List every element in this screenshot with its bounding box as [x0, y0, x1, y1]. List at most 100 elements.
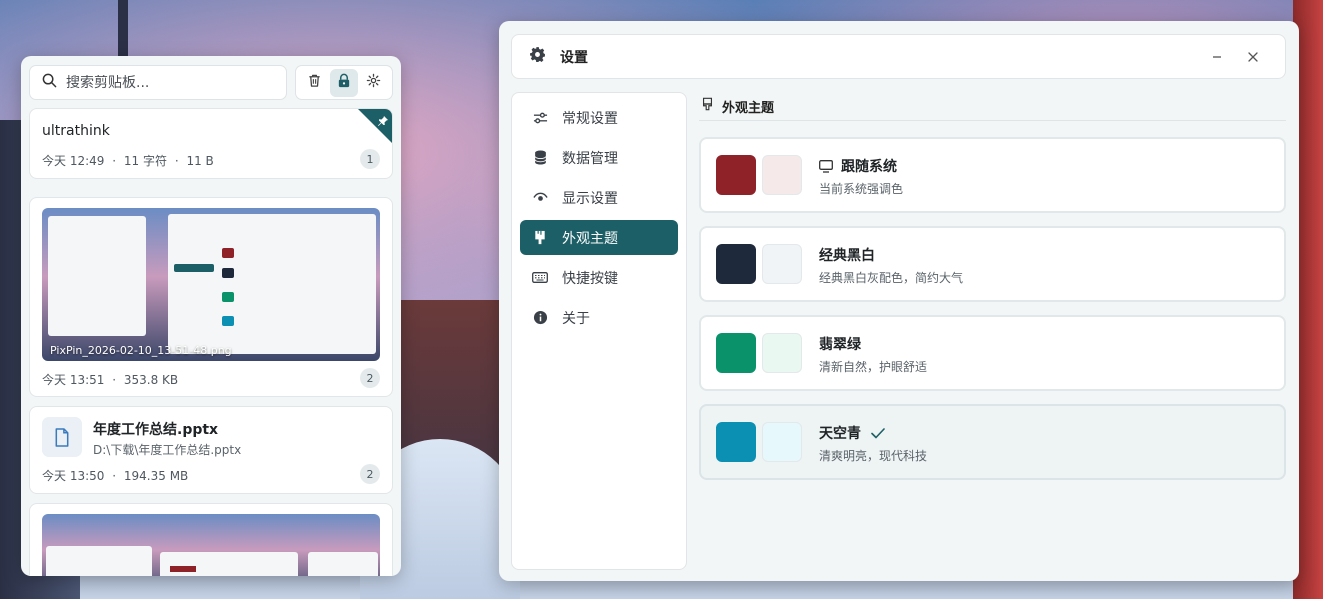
- clipboard-text: ultrathink: [42, 123, 110, 139]
- thumbnail-swatch: [222, 292, 234, 302]
- nav-label: 数据管理: [562, 150, 618, 167]
- meta-separator: ·: [112, 373, 117, 387]
- theme-option-sky[interactable]: 天空青 清爽明亮，现代科技: [699, 404, 1286, 480]
- theme-primary-swatch: [716, 244, 756, 284]
- search-box[interactable]: [29, 65, 287, 100]
- theme-primary-swatch: [716, 155, 756, 195]
- theme-name: 经典黑白: [819, 245, 875, 265]
- eye-icon: [532, 190, 548, 206]
- thumbnail-window: [168, 214, 376, 354]
- lock-button[interactable]: [329, 68, 358, 97]
- settings-button[interactable]: [359, 69, 387, 97]
- item-size: 353.8 KB: [123, 373, 179, 387]
- section-header: 外观主题: [699, 92, 1286, 121]
- thumbnail-nav-active: [174, 264, 214, 272]
- keyboard-icon: [532, 270, 548, 286]
- item-size: 194.35 MB: [123, 469, 189, 483]
- window-title: 设置: [560, 49, 588, 66]
- theme-primary-swatch: [716, 422, 756, 462]
- meta-separator: ·: [174, 154, 179, 168]
- copy-count-badge: 1: [360, 149, 380, 169]
- item-meta: 今天 13:50 · 194.35 MB: [42, 467, 188, 484]
- brush-icon: [532, 230, 548, 246]
- clipboard-item[interactable]: PixPin_2026-02-10_13-51-48.png 今天 13:51 …: [29, 197, 393, 397]
- theme-description: 经典黑白灰配色，简约大气: [819, 271, 964, 285]
- search-icon: [42, 73, 57, 92]
- title-bar: 设置: [511, 34, 1286, 79]
- thumbnail-swatch: [222, 316, 234, 326]
- item-meta: 今天 13:51 · 353.8 KB: [42, 371, 178, 388]
- item-size: 11 B: [186, 154, 214, 168]
- minimize-button[interactable]: [1207, 47, 1227, 67]
- theme-light-swatch: [762, 244, 802, 284]
- nav-item-appearance[interactable]: 外观主题: [520, 220, 678, 255]
- nav-label: 常规设置: [562, 110, 618, 127]
- nav-item-display[interactable]: 显示设置: [520, 180, 678, 215]
- theme-name: 翡翠绿: [819, 334, 861, 354]
- lock-icon: [337, 73, 351, 92]
- info-icon: [532, 310, 548, 326]
- theme-primary-swatch: [716, 333, 756, 373]
- theme-description: 当前系统强调色: [819, 182, 904, 196]
- theme-description: 清爽明亮，现代科技: [819, 449, 928, 463]
- image-thumbnail: [42, 514, 380, 576]
- monitor-icon: [819, 159, 833, 173]
- nav-label: 快捷按键: [562, 270, 618, 287]
- clipboard-toolbar: [295, 65, 393, 100]
- minimize-icon: [1211, 48, 1223, 67]
- file-name: 年度工作总结.pptx: [93, 422, 219, 438]
- sliders-icon: [532, 110, 548, 126]
- theme-label: 经典黑白: [819, 248, 875, 264]
- image-thumbnail: PixPin_2026-02-10_13-51-48.png: [42, 208, 380, 361]
- meta-separator: ·: [112, 469, 117, 483]
- database-icon: [532, 150, 548, 166]
- clipboard-item[interactable]: [29, 503, 393, 576]
- brush-icon: [702, 97, 713, 115]
- thumbnail-swatch: [222, 248, 234, 258]
- thumbnail-window: [46, 546, 152, 576]
- nav-item-general[interactable]: 常规设置: [520, 100, 678, 135]
- theme-option-emerald[interactable]: 翡翠绿 清新自然，护眼舒适: [699, 315, 1286, 391]
- clipboard-item[interactable]: ultrathink 今天 12:49 · 11 字符 · 11 B 1: [29, 108, 393, 179]
- theme-name: 跟随系统: [819, 156, 897, 176]
- close-button[interactable]: [1243, 47, 1263, 67]
- nav-label: 显示设置: [562, 190, 618, 207]
- item-time: 今天 13:50: [42, 469, 105, 483]
- gear-icon: [366, 73, 381, 92]
- close-icon: [1247, 48, 1259, 67]
- theme-description: 清新自然，护眼舒适: [819, 360, 928, 374]
- nav-label: 外观主题: [562, 230, 618, 247]
- thumbnail-window: [160, 552, 298, 576]
- clipboard-panel: ultrathink 今天 12:49 · 11 字符 · 11 B 1 Pix…: [21, 56, 401, 576]
- pin-icon[interactable]: [377, 112, 389, 131]
- theme-label: 跟随系统: [841, 159, 897, 175]
- thumbnail-window: [308, 552, 378, 576]
- clear-button[interactable]: [301, 69, 329, 97]
- nav-label: 关于: [562, 310, 590, 327]
- theme-label: 翡翠绿: [819, 337, 861, 353]
- item-time: 今天 12:49: [42, 154, 105, 168]
- theme-option-system[interactable]: 跟随系统 当前系统强调色: [699, 137, 1286, 213]
- item-meta: 今天 12:49 · 11 字符 · 11 B: [42, 152, 214, 169]
- clipboard-item[interactable]: 年度工作总结.pptx D:\下载\年度工作总结.pptx 今天 13:50 ·…: [29, 406, 393, 494]
- settings-sidebar: 常规设置 数据管理 显示设置 外观主题 快捷按键 关于: [511, 92, 687, 570]
- theme-option-classic[interactable]: 经典黑白 经典黑白灰配色，简约大气: [699, 226, 1286, 302]
- thumbnail-nav-active: [170, 566, 196, 572]
- search-input[interactable]: [66, 74, 266, 91]
- file-icon: [42, 417, 82, 457]
- nav-item-shortcuts[interactable]: 快捷按键: [520, 260, 678, 295]
- check-icon: [871, 427, 885, 439]
- theme-label: 天空青: [819, 426, 861, 442]
- item-time: 今天 13:51: [42, 373, 105, 387]
- image-filename: PixPin_2026-02-10_13-51-48.png: [50, 344, 232, 357]
- thumbnail-swatch: [222, 268, 234, 278]
- trash-icon: [307, 73, 322, 92]
- file-path: D:\下载\年度工作总结.pptx: [93, 443, 242, 457]
- nav-item-data[interactable]: 数据管理: [520, 140, 678, 175]
- nav-item-about[interactable]: 关于: [520, 300, 678, 335]
- thumbnail-window: [48, 216, 146, 336]
- copy-count-badge: 2: [360, 368, 380, 388]
- theme-light-swatch: [762, 333, 802, 373]
- gear-icon: [529, 46, 546, 67]
- section-title: 外观主题: [722, 100, 775, 116]
